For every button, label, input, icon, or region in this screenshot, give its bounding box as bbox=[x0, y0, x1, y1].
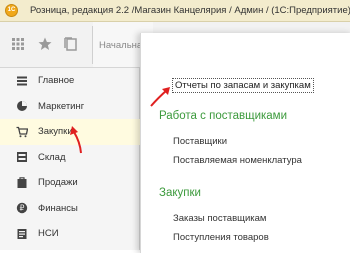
app-logo-icon[interactable]: 1C bbox=[5, 4, 18, 17]
pie-chart-icon bbox=[16, 100, 28, 112]
apps-grid-icon[interactable] bbox=[10, 36, 26, 52]
link-suppliers[interactable]: Поставщики bbox=[173, 136, 227, 147]
finance-icon: ₽ bbox=[16, 202, 28, 214]
sidebar-item-warehouse[interactable]: Склад bbox=[0, 145, 139, 171]
link-goods-receipts[interactable]: Поступления товаров bbox=[173, 232, 269, 243]
svg-text:₽: ₽ bbox=[20, 204, 25, 213]
sidebar-item-reference[interactable]: НСИ bbox=[0, 221, 139, 247]
sidebar-item-label: Закупки bbox=[38, 126, 73, 138]
list-icon bbox=[16, 75, 28, 87]
app-logo-text: 1C bbox=[7, 7, 16, 13]
reference-data-icon bbox=[16, 228, 28, 240]
sidebar-item-main[interactable]: Главное bbox=[0, 68, 139, 94]
cart-icon bbox=[16, 126, 28, 138]
sales-icon bbox=[16, 176, 28, 189]
section-title-purchases: Закупки bbox=[159, 187, 201, 199]
sidebar-item-label: НСИ bbox=[38, 228, 59, 240]
sidebar-item-label: Финансы bbox=[38, 202, 78, 214]
link-supplied-items[interactable]: Поставляемая номенклатура bbox=[173, 155, 302, 166]
sidebar-item-finance[interactable]: ₽ Финансы bbox=[0, 196, 139, 222]
sections-sidebar: Главное Маркетинг Закупки Склад Продажи … bbox=[0, 68, 140, 250]
window-title: Розница, редакция 2.2 /Магазин Канцеляри… bbox=[30, 5, 350, 16]
star-icon[interactable] bbox=[37, 36, 53, 52]
warehouse-icon bbox=[16, 151, 28, 163]
sidebar-item-marketing[interactable]: Маркетинг bbox=[0, 94, 139, 120]
link-supplier-orders[interactable]: Заказы поставщикам bbox=[173, 213, 266, 224]
reports-inventory-purchases-link[interactable]: Отчеты по запасам и закупкам bbox=[172, 78, 314, 93]
sidebar-item-label: Главное bbox=[38, 75, 75, 87]
sidebar-item-purchases[interactable]: Закупки bbox=[0, 119, 140, 145]
sidebar-item-label: Продажи bbox=[38, 177, 78, 189]
history-icon[interactable] bbox=[63, 36, 79, 52]
section-title-suppliers: Работа с поставщиками bbox=[159, 110, 287, 122]
title-bar: 1C Розница, редакция 2.2 /Магазин Канцел… bbox=[0, 0, 350, 22]
sidebar-item-sales[interactable]: Продажи bbox=[0, 170, 139, 196]
sidebar-item-label: Маркетинг bbox=[38, 100, 85, 112]
sidebar-item-label: Склад bbox=[38, 151, 66, 163]
